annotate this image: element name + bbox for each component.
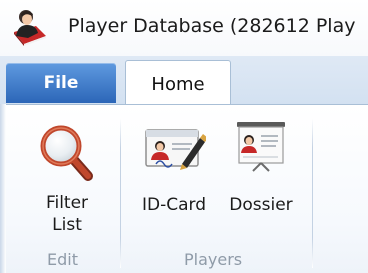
- group-label-players: Players: [184, 250, 243, 269]
- group-separator: [120, 118, 121, 268]
- id-card-button[interactable]: ID-Card: [130, 124, 218, 216]
- window-title: Player Database (282612 Play: [68, 15, 356, 37]
- title-bar: Player Database (282612 Play: [0, 0, 368, 56]
- dossier-icon: [237, 122, 285, 172]
- id-card-label: ID-Card: [141, 195, 206, 215]
- ribbon-left-edge: [0, 104, 6, 273]
- player-database-icon[interactable]: [8, 6, 50, 48]
- dossier-button[interactable]: Dossier: [218, 120, 304, 216]
- filter-list-label-line1: Filter: [45, 193, 89, 213]
- group-label-edit: Edit: [47, 250, 78, 269]
- dossier-label: Dossier: [229, 195, 293, 215]
- tab-home[interactable]: Home: [125, 60, 231, 106]
- magnifier-icon: [40, 125, 93, 181]
- app-window: Player Database (282612 Play File Home F…: [0, 0, 368, 273]
- id-card-icon: [145, 129, 206, 170]
- group-separator: [312, 118, 313, 268]
- filter-list-button[interactable]: Filter List: [22, 122, 112, 236]
- tab-file[interactable]: File: [6, 63, 116, 103]
- filter-list-label-line2: List: [52, 215, 82, 235]
